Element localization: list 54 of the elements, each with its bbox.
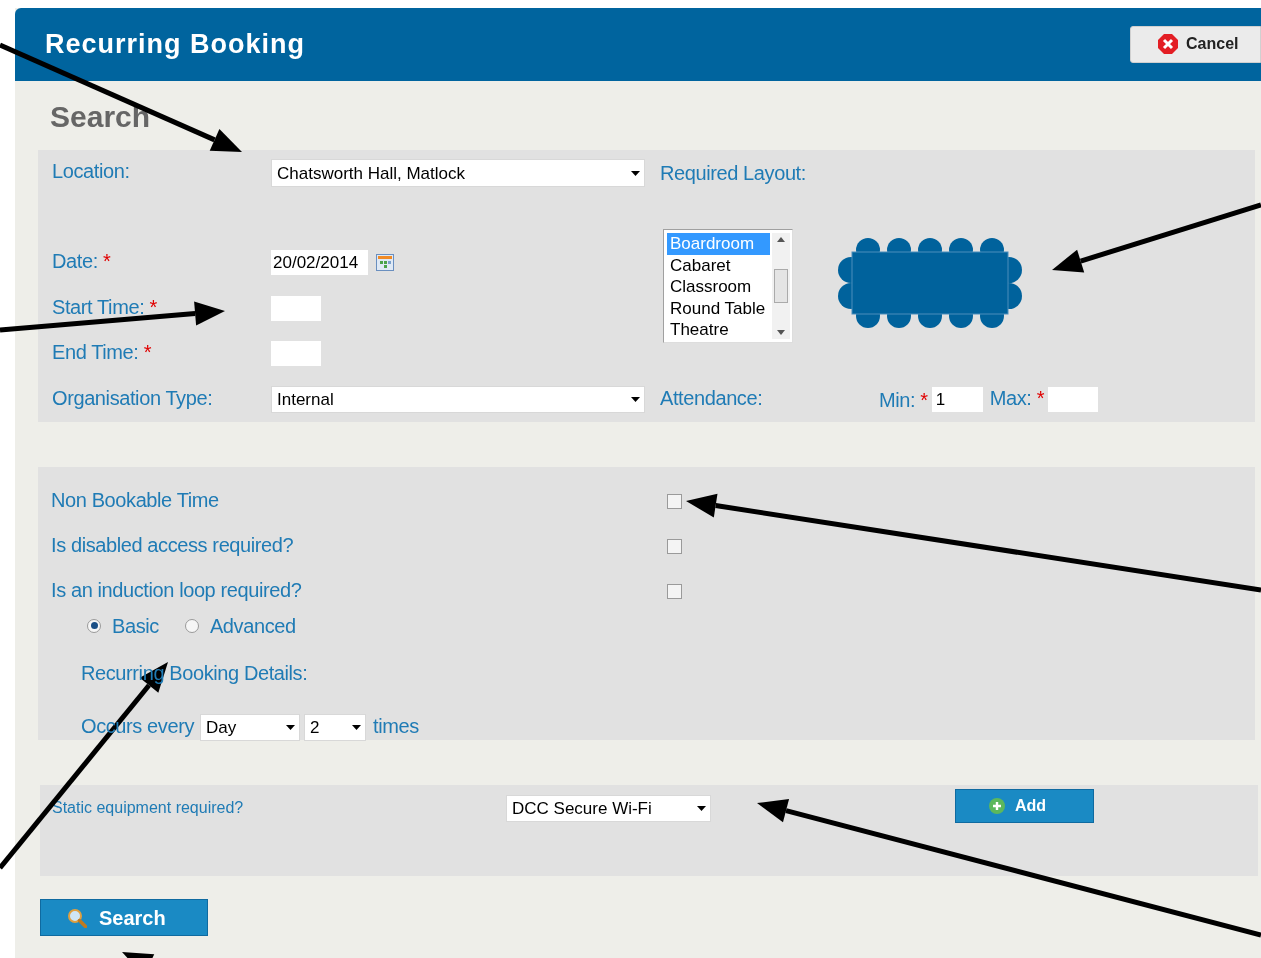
max-field[interactable] — [1048, 387, 1099, 412]
field-label: Date: * — [52, 249, 111, 272]
caret-icon — [631, 170, 640, 176]
field-label: Organisation Type: — [52, 386, 213, 409]
caret-icon — [286, 725, 295, 730]
field-label: Required Layout: — [660, 163, 806, 183]
option-label: Is an induction loop required? — [51, 578, 302, 601]
section-heading: Search — [50, 101, 151, 132]
checkbox[interactable] — [667, 584, 682, 599]
field-label: Static equipment required? — [52, 800, 245, 816]
equipment-select[interactable]: DCC Secure Wi-Fi — [506, 795, 711, 822]
caret-up-icon[interactable] — [777, 237, 785, 242]
radio-label: Basic — [112, 615, 159, 636]
field-label: times — [373, 714, 419, 737]
listbox-option[interactable]: Cabaret — [667, 254, 770, 276]
field-label: Attendance: — [660, 386, 763, 409]
option-label: Is disabled access required? — [51, 533, 294, 556]
radio-button[interactable] — [184, 618, 199, 633]
listbox-option[interactable]: Theatre — [667, 319, 770, 341]
location-select[interactable]: Chatsworth Hall, Matlock — [271, 159, 645, 187]
close-icon — [1158, 34, 1178, 54]
field-label: Start Time: * — [52, 295, 157, 318]
annotation-arrow — [122, 952, 155, 958]
period-select[interactable]: Day — [200, 714, 300, 741]
checkbox[interactable] — [667, 539, 682, 554]
radio-button[interactable] — [87, 618, 101, 633]
option-label: Non Bookable Time — [51, 488, 219, 511]
organisation-select[interactable]: Internal — [271, 386, 645, 413]
radio-label: Advanced — [209, 615, 296, 636]
caret-icon — [352, 725, 361, 730]
add-button[interactable]: Add — [955, 789, 1094, 823]
cancel-button[interactable]: Cancel — [1130, 25, 1261, 63]
scrollbar[interactable] — [772, 233, 790, 339]
time-field[interactable] — [271, 296, 321, 321]
window-title: Recurring Booking — [45, 28, 305, 62]
listbox-option[interactable]: Classroom — [667, 276, 770, 298]
caret-icon — [697, 806, 706, 811]
plus-icon — [989, 798, 1005, 814]
field-label: End Time: * — [52, 340, 151, 363]
time-field[interactable] — [271, 341, 321, 366]
search-icon — [67, 907, 87, 928]
layout-listbox[interactable]: Boardroom Cabaret Classroom Round Table Theatre — [663, 229, 793, 343]
count-select[interactable]: 2 — [304, 714, 366, 741]
search-button[interactable]: Search — [40, 899, 208, 936]
listbox-option[interactable]: Round Table — [667, 297, 770, 319]
caret-down-icon[interactable] — [777, 330, 785, 335]
min-field[interactable]: 1 — [931, 387, 983, 412]
field-label: Min: * — [879, 389, 928, 410]
checkbox[interactable] — [667, 494, 682, 509]
date-field[interactable]: 20/02/2014 — [271, 250, 368, 275]
field-label: Max: * — [989, 386, 1045, 409]
caret-icon — [631, 397, 640, 402]
field-label: Location: — [52, 160, 130, 182]
calendar-icon[interactable] — [376, 254, 394, 271]
